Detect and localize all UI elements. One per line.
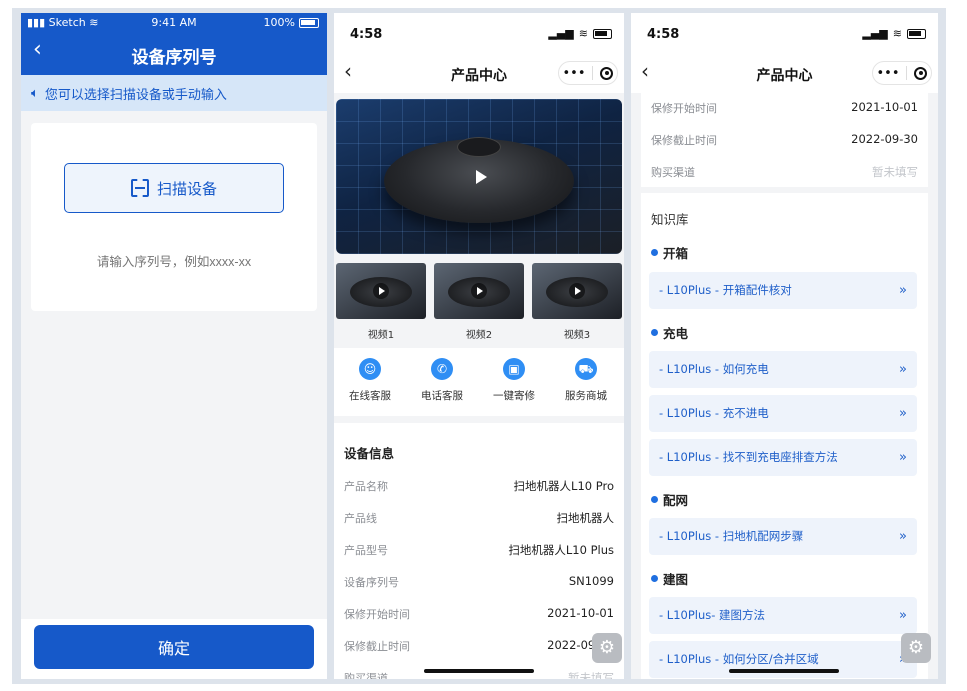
video-thumbnails: 视频1 视频2 视频3	[334, 263, 624, 343]
headset-icon: ☺	[359, 358, 381, 380]
double-chevron-icon: »	[899, 529, 907, 544]
screens-canvas: ▮▮▮ Sketch ≋ 9:41 AM 100% ‹ 设备序列号 🔈︎ 您可以…	[12, 8, 946, 684]
bottom-bar: 确定	[21, 619, 327, 679]
info-row: 设备序列号 SN1099	[344, 574, 614, 589]
info-row: 产品名称 扫地机器人L10 Pro	[344, 479, 614, 493]
device-info-card: 保修开始时间 2021-10-01 保修截止时间 2022-09-30 购买渠道 暂未…	[641, 93, 928, 187]
product-center-screen: 4:58 ▂▄▆ ≋ ‹ 产品中心 ••• 视频1 视频2 视频3 ☺ 在线客服…	[334, 13, 624, 679]
category-heading: 建图	[651, 569, 688, 588]
battery-icon	[593, 28, 612, 39]
package-icon: ▣	[503, 358, 525, 380]
bullet-icon	[651, 249, 658, 256]
cart-icon: ⛟	[575, 358, 597, 380]
play-icon	[373, 283, 389, 299]
settings-gear-icon[interactable]: ⚙	[901, 633, 931, 663]
article-link[interactable]: - L10Plus - 找不到充电座排查方法»	[649, 439, 917, 476]
service-phone-support[interactable]: ✆ 电话客服	[406, 358, 478, 403]
status-icons: ▂▄▆ ≋	[862, 27, 926, 40]
article-link[interactable]: - L10Plus - 开箱配件核对»	[649, 272, 917, 309]
scan-device-button[interactable]: 扫描设备	[64, 163, 284, 213]
service-repair[interactable]: ▣ 一键寄修	[478, 358, 550, 403]
article-link[interactable]: - L10Plus - 扫地机配网步骤»	[649, 518, 917, 555]
service-shortcuts: ☺ 在线客服 ✆ 电话客服 ▣ 一键寄修 ⛟ 服务商城	[334, 348, 624, 416]
info-row: 保修开始时间 2021-10-01	[651, 100, 918, 115]
category-heading: 充电	[651, 323, 688, 342]
mini-program-capsule: •••	[558, 61, 618, 85]
article-link[interactable]: - L10Plus - 如何充电»	[649, 351, 917, 388]
more-icon[interactable]: •••	[876, 66, 899, 81]
video-thumbnail[interactable]	[434, 263, 524, 319]
wifi-icon: ≋	[578, 27, 588, 40]
mini-program-capsule: •••	[872, 61, 932, 85]
section-title: 知识库	[651, 212, 689, 227]
double-chevron-icon: »	[899, 283, 907, 298]
double-chevron-icon: »	[899, 608, 907, 623]
service-mall[interactable]: ⛟ 服务商城	[550, 358, 622, 403]
bullet-icon	[651, 329, 658, 336]
home-indicator	[729, 669, 839, 673]
battery-icon	[299, 17, 319, 28]
phone-icon: ✆	[431, 358, 453, 380]
category-heading: 配网	[651, 490, 688, 509]
signal-icon: ▂▄▆	[548, 27, 574, 40]
device-info-card: 设备信息 产品名称 扫地机器人L10 Pro 产品线 扫地机器人 产品型号 扫地机器人…	[334, 423, 624, 679]
scan-button-label: 扫描设备	[156, 179, 217, 198]
input-card: 扫描设备	[31, 123, 317, 311]
more-icon[interactable]: •••	[562, 66, 585, 81]
confirm-button[interactable]: 确定	[34, 625, 314, 669]
serial-number-screen: ▮▮▮ Sketch ≋ 9:41 AM 100% ‹ 设备序列号 🔈︎ 您可以…	[21, 13, 327, 679]
wifi-icon: ≋	[892, 27, 902, 40]
service-online-support[interactable]: ☺ 在线客服	[334, 358, 406, 403]
page-title: 设备序列号	[131, 48, 217, 68]
status-bar: 4:58 ▂▄▆ ≋	[334, 13, 624, 53]
knowledge-base-card: 知识库 开箱 - L10Plus - 开箱配件核对» 充电 - L10Plus …	[641, 193, 928, 679]
section-title: 设备信息	[344, 446, 395, 461]
double-chevron-icon: »	[899, 450, 907, 465]
close-target-icon[interactable]	[600, 66, 614, 80]
serial-number-input[interactable]	[31, 255, 317, 269]
status-time: 4:58	[647, 27, 680, 42]
play-icon[interactable]	[476, 170, 487, 184]
article-link[interactable]: - L10Plus - 充不进电»	[649, 395, 917, 432]
double-chevron-icon: »	[899, 406, 907, 421]
double-chevron-icon: »	[899, 362, 907, 377]
video-label: 视频2	[465, 330, 493, 341]
category-heading: 开箱	[651, 243, 688, 262]
scan-icon	[131, 179, 149, 197]
settings-gear-icon[interactable]: ⚙	[592, 633, 622, 663]
home-indicator	[424, 669, 534, 673]
notice-text: 您可以选择扫描设备或手动输入	[44, 87, 227, 103]
battery-icon	[907, 28, 926, 39]
video-thumbnail[interactable]	[336, 263, 426, 319]
status-time: 4:58	[350, 27, 383, 42]
info-row: 保修截止时间 2022-09-30	[651, 132, 918, 147]
status-icons: ▂▄▆ ≋	[548, 27, 612, 40]
article-link[interactable]: - L10Plus- 建图方法»	[649, 597, 917, 634]
play-icon	[471, 283, 487, 299]
status-bar: ▮▮▮ Sketch ≋ 9:41 AM 100%	[21, 16, 327, 30]
speaker-icon: 🔈︎	[31, 85, 39, 101]
nav-bar: ‹ 产品中心 •••	[631, 53, 938, 93]
info-row: 保修截止时间 2022-09-30	[344, 638, 614, 653]
video-label: 视频3	[563, 330, 591, 341]
close-target-icon[interactable]	[914, 66, 928, 80]
info-row: 购买渠道 暂未填写	[651, 165, 918, 179]
header-bar: ▮▮▮ Sketch ≋ 9:41 AM 100% ‹ 设备序列号	[21, 13, 327, 75]
signal-icon: ▂▄▆	[862, 27, 888, 40]
notice-bar: 🔈︎ 您可以选择扫描设备或手动输入	[21, 75, 327, 111]
info-row: 产品型号 扫地机器人L10 Plus	[344, 543, 614, 557]
battery-status: 100%	[264, 16, 319, 29]
nav-bar: ‹ 产品中心 •••	[334, 53, 624, 93]
video-label: 视频1	[367, 330, 395, 341]
play-icon	[569, 283, 585, 299]
bullet-icon	[651, 496, 658, 503]
main-video-player[interactable]	[336, 99, 622, 254]
bullet-icon	[651, 575, 658, 582]
video-thumbnail[interactable]	[532, 263, 622, 319]
knowledge-base-screen: 4:58 ▂▄▆ ≋ ‹ 产品中心 ••• 保修开始时间 2021-10-01 保修…	[631, 13, 938, 679]
info-row: 保修开始时间 2021-10-01	[344, 606, 614, 621]
status-bar: 4:58 ▂▄▆ ≋	[631, 13, 938, 53]
info-row: 产品线 扫地机器人	[344, 511, 614, 525]
